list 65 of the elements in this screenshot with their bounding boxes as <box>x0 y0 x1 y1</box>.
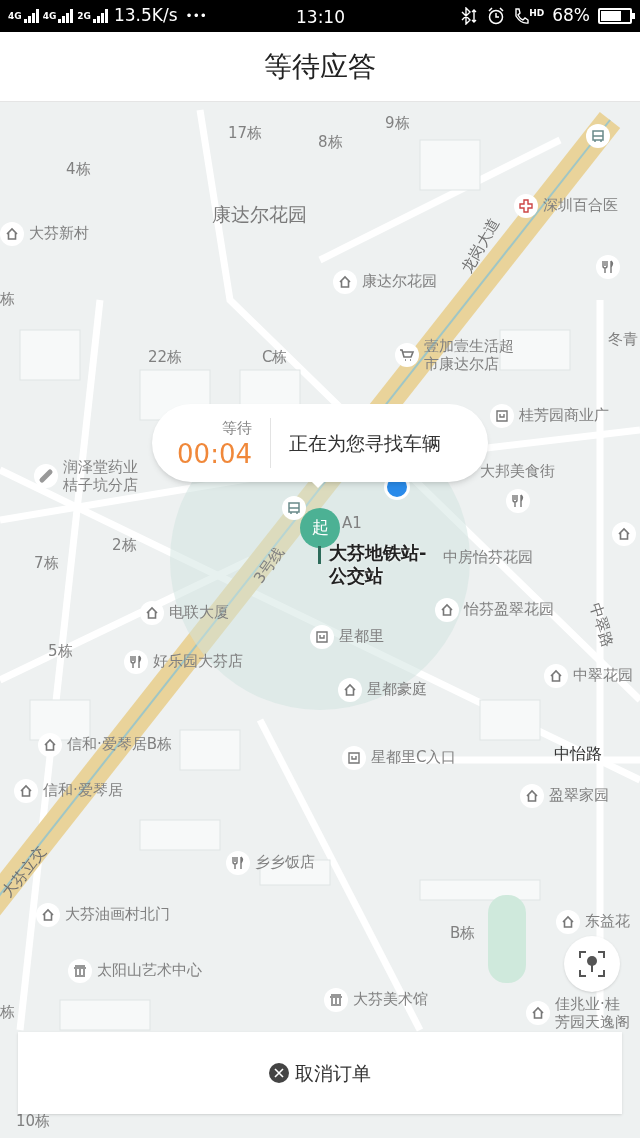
map-label: 冬青 <box>608 330 638 350</box>
battery-percent: 68% <box>552 4 590 28</box>
map-label: 9栋 <box>385 114 410 134</box>
map-label: C栋 <box>262 348 288 368</box>
map-label: 桂芳园商业广 <box>519 406 609 426</box>
map-label: 10栋 <box>16 1112 51 1132</box>
map-label: 信和·爱琴居B栋 <box>67 735 173 755</box>
map-label: 乡乡饭店 <box>255 853 315 873</box>
map-label: 中房怡芬花园 <box>443 548 533 568</box>
road-label: 中翠路 <box>585 600 618 650</box>
map-label: 5栋 <box>48 642 73 662</box>
map-label: 7栋 <box>34 554 59 574</box>
map-label: 17栋 <box>228 124 263 144</box>
wait-timer: 00:04 <box>177 439 252 469</box>
map-label: 大芬新村 <box>29 224 89 244</box>
road-label: 中怡路 <box>554 744 602 765</box>
map-label: B栋 <box>450 924 476 944</box>
map-label: 栋 <box>0 1003 15 1023</box>
road-label: 大芬立交 <box>0 842 51 902</box>
map-label: A1 <box>342 514 362 534</box>
map-label: 3号线 <box>250 543 289 588</box>
status-message: 正在为您寻找车辆 <box>288 430 441 456</box>
map-label: 8栋 <box>318 133 343 153</box>
pin-stem <box>318 546 321 564</box>
locate-target-icon <box>579 951 605 977</box>
map-label: 2栋 <box>112 536 137 556</box>
map-label: 康达尔花园 <box>212 202 307 227</box>
map-label: 太阳山艺术中心 <box>97 961 202 981</box>
battery-icon <box>598 8 632 24</box>
map-label: 康达尔花园 <box>362 272 437 292</box>
wait-label: 等待 <box>222 418 252 440</box>
map-label: 佳兆业·桂芳园天逸阁 <box>555 995 631 1031</box>
map-label: 大芬美术馆 <box>353 990 428 1010</box>
network-speed: 13.5K/s <box>113 4 178 28</box>
cancel-order-button[interactable]: 取消订单 <box>269 1058 371 1088</box>
alarm-clock-icon <box>487 7 506 25</box>
more-dots: ••• <box>185 8 207 25</box>
map-label: 怡芬盈翠花园 <box>464 600 554 620</box>
map-label: 星都里 <box>339 627 384 647</box>
map-label: 中翠花园 <box>573 666 633 686</box>
network-type-label: 4G <box>42 9 57 23</box>
map-label: 22栋 <box>148 348 183 368</box>
map-label: 星都豪庭 <box>367 680 427 700</box>
network-type-label: 2G <box>77 9 91 23</box>
map-label: 星都里C入口 <box>371 748 457 768</box>
map-label: 栋 <box>0 290 15 310</box>
road-label: 龙岗大道 <box>457 214 505 277</box>
clock-time: 13:10 <box>296 6 345 29</box>
hd-label: HD <box>529 7 545 20</box>
network-type-label: 4G <box>8 9 22 23</box>
signal-icon <box>92 9 108 23</box>
map-label: 东益花 <box>585 912 630 932</box>
signal-icon <box>23 9 39 23</box>
map-label: 润泽堂药业桔子坑分店 <box>63 458 139 494</box>
page-title: 等待应答 <box>264 48 376 85</box>
map-label: 4栋 <box>66 160 91 180</box>
map-label: 大芬油画村北门 <box>65 905 170 925</box>
phone-icon <box>513 7 530 25</box>
map-label: 盈翠家园 <box>549 786 609 806</box>
map-label: 深圳百合医 <box>543 196 618 216</box>
close-icon <box>269 1063 289 1083</box>
map-label: 大邦美食街 <box>480 462 555 482</box>
signal-icon <box>58 9 74 23</box>
map-label: 电联大厦 <box>169 603 229 623</box>
map-label: 好乐园大芬店 <box>153 652 243 672</box>
